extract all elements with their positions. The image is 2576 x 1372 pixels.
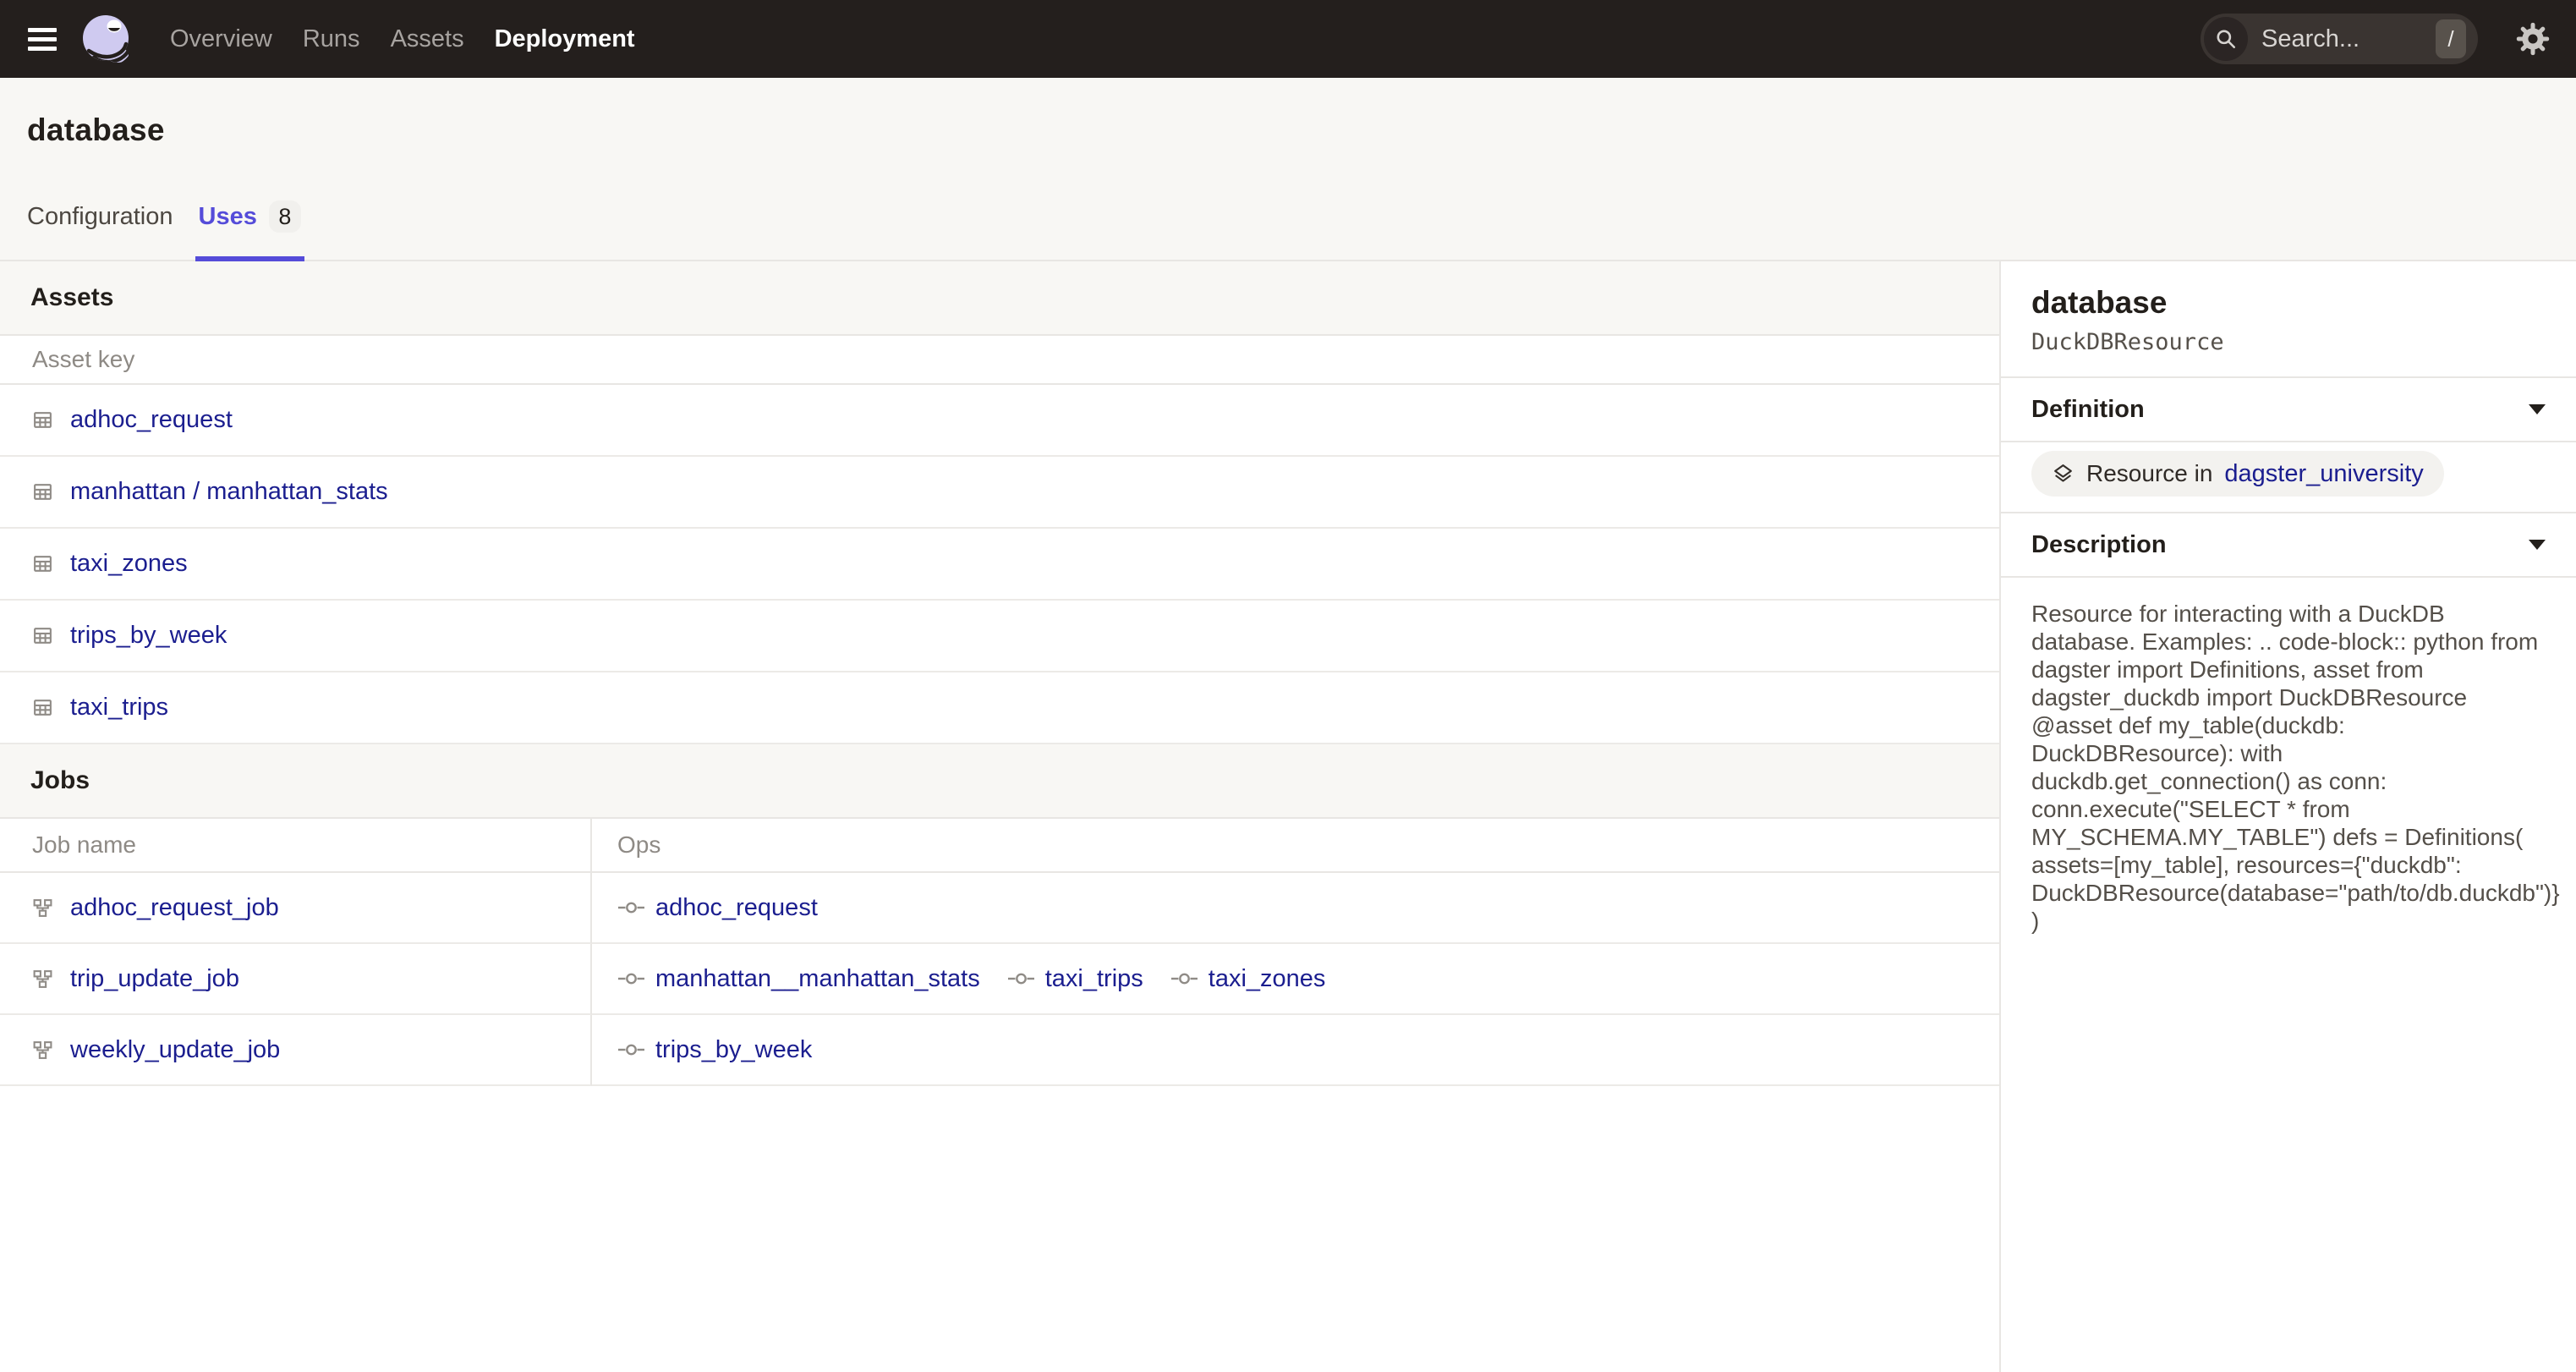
tab-label: Configuration [27,203,173,231]
job-row-name-cell: weekly_update_job [0,1015,592,1086]
gear-icon[interactable] [2513,19,2552,58]
hamburger-icon[interactable] [28,28,57,51]
op-item: taxi_zones [1170,965,1326,993]
code-location-badge: Resource in dagster_university [2031,451,2444,497]
job-link[interactable]: weekly_update_job [70,1036,280,1064]
nav-item-assets[interactable]: Assets [391,20,464,58]
page-title: database [27,78,2549,149]
job-link[interactable]: trip_update_job [70,965,239,993]
asset-link[interactable]: manhattan / manhattan_stats [70,478,388,506]
tab-bar: Configuration Uses 8 [27,200,2549,260]
job-row-ops-cell: adhoc_request [592,873,1999,944]
dagster-logo[interactable] [80,12,134,66]
description-section-title: Description [2031,531,2167,559]
job-row-name-cell: adhoc_request_job [0,873,592,944]
op-item: adhoc_request [617,894,818,922]
chevron-down-icon [2529,540,2546,550]
table-icon [32,553,53,574]
op-icon [617,1040,645,1060]
tab-uses[interactable]: Uses 8 [199,200,301,260]
tab-label: Uses [199,203,257,231]
op-item: trips_by_week [617,1036,812,1064]
jobs-section-header: Jobs [0,744,1999,819]
op-link[interactable]: trips_by_week [655,1036,812,1064]
definition-section-title: Definition [2031,396,2145,424]
op-icon [1007,969,1035,989]
job-row-name-cell: trip_update_job [0,944,592,1015]
search-box[interactable]: / [2201,14,2478,64]
job-icon [32,1040,53,1061]
job-name-column-header: Job name [0,819,592,873]
op-link[interactable]: adhoc_request [655,894,818,922]
panel-header: database DuckDBResource [2001,261,2576,378]
asset-link[interactable]: taxi_trips [70,694,168,722]
job-icon [32,969,53,990]
nav-item-overview[interactable]: Overview [170,20,272,58]
search-shortcut-key: / [2436,19,2466,58]
tab-configuration[interactable]: Configuration [27,200,173,260]
asset-key-column-header: Asset key [0,336,1999,385]
table-icon [32,481,53,502]
definition-section-body: Resource in dagster_university [2001,442,2576,513]
job-row-ops-cell: trips_by_week [592,1015,1999,1086]
main-nav: Overview Runs Assets Deployment [170,20,635,58]
uses-list: Assets Asset key adhoc_request manhattan … [0,261,1999,1372]
nav-item-deployment[interactable]: Deployment [495,20,635,58]
table-icon [32,697,53,718]
op-icon [617,897,645,918]
definition-section-toggle[interactable]: Definition [2001,378,2576,442]
asset-row: taxi_zones [0,529,1999,601]
asset-row: manhattan / manhattan_stats [0,457,1999,529]
op-item: taxi_trips [1007,965,1143,993]
op-link[interactable]: manhattan__manhattan_stats [655,965,980,993]
asset-row: trips_by_week [0,601,1999,672]
nav-item-runs[interactable]: Runs [303,20,360,58]
asset-row: adhoc_request [0,385,1999,457]
top-nav: Overview Runs Assets Deployment / [0,0,2576,78]
chevron-down-icon [2529,404,2546,414]
job-row-ops-cell: manhattan__manhattan_stats taxi_trips taxi… [592,944,1999,1015]
table-icon [32,625,53,646]
asset-row: taxi_trips [0,672,1999,744]
description-section-toggle[interactable]: Description [2001,513,2576,578]
asset-link[interactable]: trips_by_week [70,622,227,650]
job-icon [32,897,53,919]
assets-section-header: Assets [0,261,1999,336]
op-link[interactable]: taxi_zones [1209,965,1326,993]
resource-type: DuckDBResource [2031,329,2546,356]
tab-count-badge: 8 [269,200,301,233]
asset-link[interactable]: taxi_zones [70,550,188,578]
table-icon [32,409,53,431]
page-header: database Configuration Uses 8 [0,78,2576,261]
job-link[interactable]: adhoc_request_job [70,894,279,922]
op-icon [617,969,645,989]
ops-column-header: Ops [592,819,1999,873]
resource-side-panel: database DuckDBResource Definition Resou… [1999,261,2576,1372]
resource-name: database [2031,285,2546,321]
search-input[interactable] [2261,25,2414,53]
op-icon [1170,969,1198,989]
search-icon [2204,17,2248,61]
op-item: manhattan__manhattan_stats [617,965,980,993]
jobs-table: Job name Ops adhoc_request_job adhoc_requ… [0,819,1999,1086]
asset-link[interactable]: adhoc_request [70,406,233,434]
code-location-link[interactable]: dagster_university [2224,460,2423,488]
resource-description: Resource for interacting with a DuckDB d… [2001,578,2576,957]
resource-layers-icon [2052,463,2075,486]
badge-prefix-text: Resource in [2086,460,2212,487]
op-link[interactable]: taxi_trips [1045,965,1143,993]
